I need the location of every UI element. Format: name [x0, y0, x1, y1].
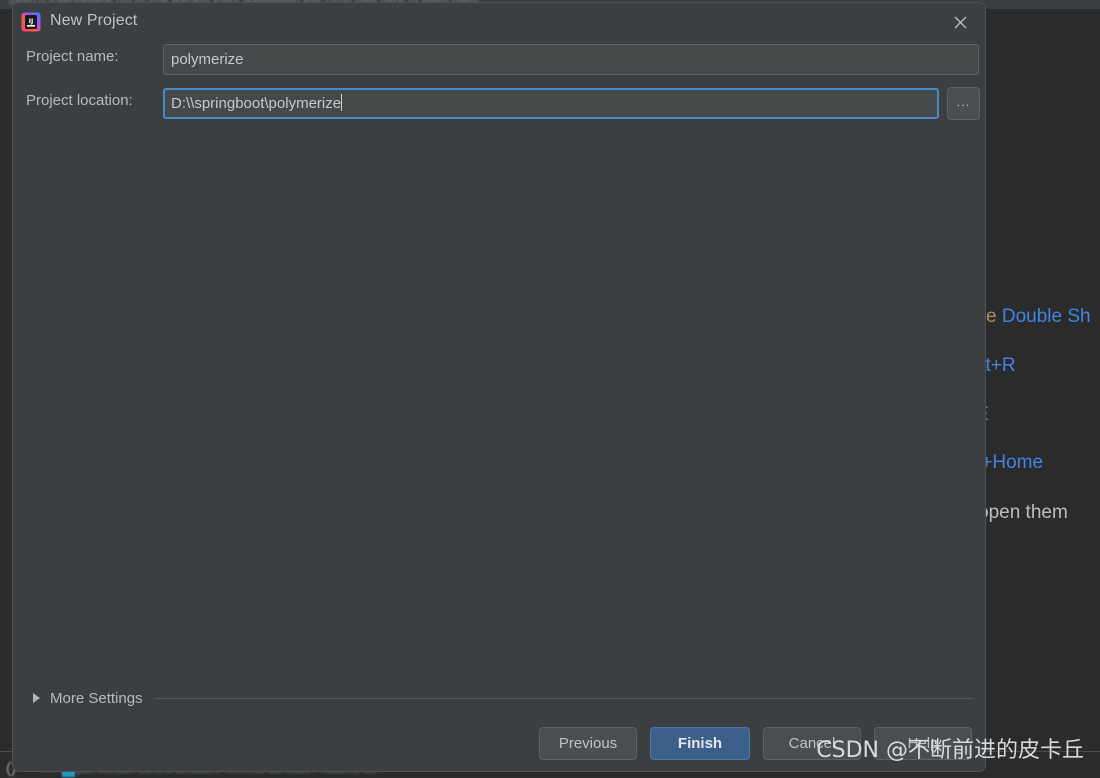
svg-text:IJ: IJ	[29, 18, 34, 25]
background-tip-5: open them	[978, 502, 1068, 523]
intellij-idea-icon: IJ	[21, 12, 41, 32]
browse-location-button[interactable]: ...	[947, 87, 980, 120]
project-location-row: Project location: D:\\springboot\polymer…	[13, 85, 985, 123]
project-name-row: Project name: polymerize	[13, 41, 985, 79]
background-right-pane	[980, 9, 1100, 752]
previous-button[interactable]: Previous	[539, 726, 637, 760]
background-tip-1-shortcut: Double Sh	[1001, 306, 1091, 327]
project-location-value: D:\\springboot\polymerize	[171, 95, 342, 112]
background-tip-1-prefix: e	[986, 306, 997, 327]
background-tip-4: t+Home	[976, 452, 1044, 473]
close-icon	[954, 16, 966, 28]
close-button[interactable]	[939, 6, 981, 38]
chevron-right-icon	[33, 693, 40, 703]
screen: Search Everywhere Go to File Recent File…	[0, 0, 1100, 778]
project-location-input[interactable]: D:\\springboot\polymerize	[163, 88, 939, 119]
project-location-label: Project location:	[26, 92, 133, 109]
finish-button[interactable]: Finish	[650, 726, 750, 760]
text-caret	[341, 94, 343, 111]
project-name-input[interactable]: polymerize	[163, 44, 979, 75]
project-name-label: Project name:	[26, 48, 119, 65]
more-settings-section[interactable]: More Settings	[13, 685, 985, 711]
background-tip-1: e Double Sh	[986, 306, 1091, 328]
dialog-title: New Project	[50, 12, 138, 29]
more-settings-label: More Settings	[50, 689, 143, 707]
dialog-titlebar: IJ New Project	[13, 3, 985, 41]
new-project-dialog: IJ New Project Project name: polymerize …	[12, 2, 986, 772]
csdn-watermark: CSDN @不断前进的皮卡丘	[816, 738, 1084, 763]
more-settings-divider	[154, 697, 973, 699]
project-form: Project name: polymerize Project locatio…	[13, 41, 985, 129]
